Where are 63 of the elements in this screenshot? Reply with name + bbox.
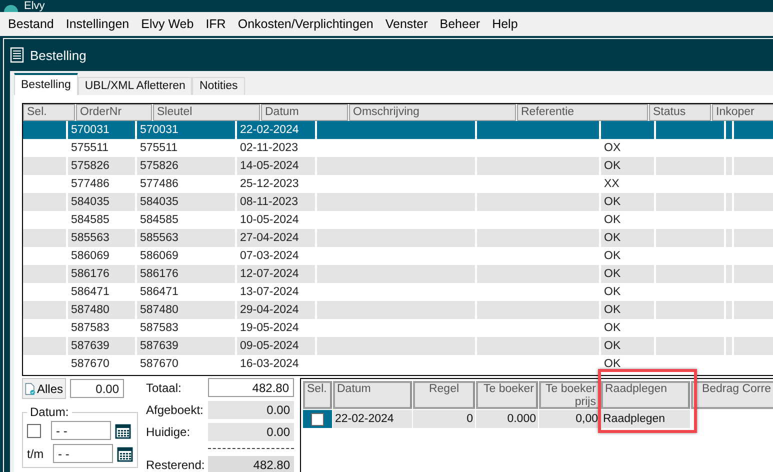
amount-field[interactable]: 0.00: [70, 379, 124, 398]
table-cell: 22-02-2024: [333, 410, 412, 428]
app-title: Elvy: [24, 0, 45, 12]
column-header[interactable]: Datum: [333, 381, 412, 409]
menu-item[interactable]: IFR: [202, 17, 234, 31]
total-label: Resterend:: [146, 458, 206, 472]
column-header[interactable]: Sleutel: [153, 104, 260, 121]
menu-item[interactable]: Beheer: [436, 17, 488, 31]
column-header[interactable]: OrderNr: [76, 104, 152, 121]
table-row[interactable]: 587639 587639 09-05-2024 OK: [23, 337, 773, 355]
tab[interactable]: Bestelling: [14, 73, 78, 95]
table-row[interactable]: 585563 585563 27-04-2024 OK: [23, 229, 773, 247]
column-header[interactable]: Sel.: [303, 381, 332, 409]
total-value: 0.00: [208, 423, 294, 441]
column-header[interactable]: Raadplegen: [601, 381, 690, 409]
menu-item[interactable]: Bestand: [4, 17, 62, 31]
date-field[interactable]: - -: [51, 421, 111, 440]
column-header[interactable]: Bedrag Corre: [691, 381, 773, 409]
column-header[interactable]: Regel: [413, 381, 475, 409]
date-field[interactable]: - -: [53, 444, 113, 463]
checkbox[interactable]: [311, 412, 324, 426]
tab[interactable]: Notities: [192, 77, 245, 95]
menu-item[interactable]: Elvy Web: [137, 17, 202, 31]
total-field[interactable]: 482.80: [208, 378, 294, 397]
column-header[interactable]: Status: [649, 104, 711, 121]
table-row[interactable]: 584035 584035 08-11-2023 OK: [23, 193, 773, 211]
table-cell: 16-03-2024: [237, 355, 317, 373]
column-header[interactable]: Te boeker: [476, 381, 538, 409]
window-title: Bestelling: [30, 48, 86, 62]
total-value: 0.00: [208, 401, 294, 419]
column-header[interactable]: Omschrijving: [349, 104, 516, 121]
table-cell: 0,00: [539, 410, 600, 428]
total-label: Afgeboekt:: [146, 403, 204, 417]
table-row[interactable]: 586176 586176 12-07-2024 OK: [23, 265, 773, 283]
app-logo-icon: [4, 2, 18, 12]
table-cell: 587670: [68, 355, 137, 373]
total-label: Totaal:: [146, 380, 182, 394]
table-cell: 587670: [137, 355, 237, 373]
tab[interactable]: UBL/XML Afletteren: [78, 77, 192, 95]
field-label: t/m: [27, 446, 45, 460]
column-header[interactable]: Referentie: [517, 104, 648, 121]
group-label: Datum:: [29, 405, 70, 419]
menu-item[interactable]: Onkosten/Verplichtingen: [234, 17, 382, 31]
table-cell: OK: [601, 355, 656, 373]
total-label: Huidige:: [146, 425, 192, 439]
table-cell[interactable]: Raadplegen: [601, 410, 690, 428]
menu-item[interactable]: Venster: [381, 17, 436, 31]
calendar-icon[interactable]: [117, 446, 133, 462]
select-all-button[interactable]: Alles: [22, 378, 66, 399]
menu-item[interactable]: Instellingen: [62, 17, 138, 31]
table-cell: 0.000: [476, 410, 538, 428]
checkbox[interactable]: [27, 424, 41, 438]
table-row[interactable]: 575826 575826 14-05-2024 OK: [23, 157, 773, 175]
column-header[interactable]: Datum: [261, 104, 348, 121]
table-cell: 0: [413, 410, 475, 428]
column-header[interactable]: Sel.: [23, 104, 75, 121]
document-icon: [10, 47, 24, 63]
table-row[interactable]: 570031 570031 22-02-2024: [23, 121, 773, 139]
menu-item[interactable]: Help: [488, 17, 526, 31]
column-header[interactable]: Inkoper: [712, 104, 773, 121]
table-row[interactable]: 587480 587480 29-04-2024 OK: [23, 301, 773, 319]
calendar-icon[interactable]: [115, 422, 131, 438]
total-value: 482.80: [208, 456, 294, 472]
